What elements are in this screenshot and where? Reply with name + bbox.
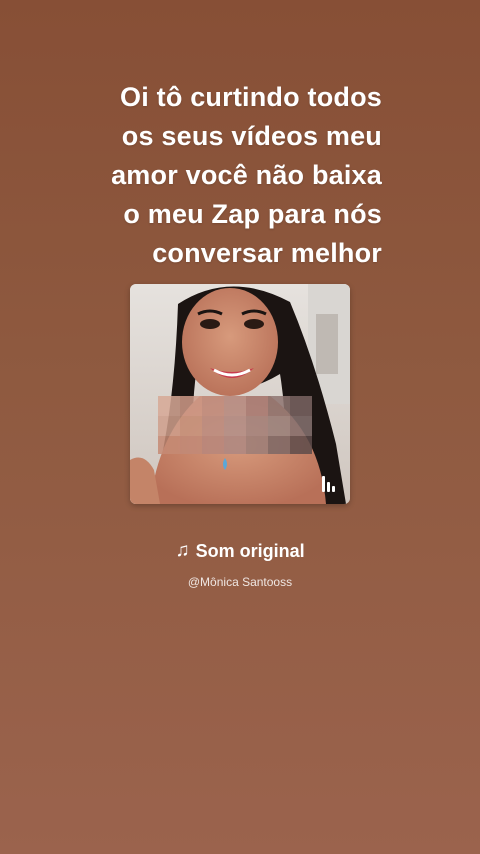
thumbnail-image xyxy=(130,284,350,504)
sound-thumbnail[interactable] xyxy=(130,284,350,504)
audio-bars-icon xyxy=(322,476,340,492)
caption-line: conversar melhor xyxy=(152,238,382,268)
music-note-icon: ♫ xyxy=(175,540,190,561)
sound-author[interactable]: @Mônica Santooss xyxy=(0,574,480,590)
sound-title-link[interactable]: ♫ Som original xyxy=(0,538,480,564)
video-caption: Oi tô curtindo todos os seus vídeos meu … xyxy=(82,78,382,273)
caption-line: os seus vídeos meu xyxy=(121,121,382,151)
sound-title: Som original xyxy=(195,541,305,561)
caption-line: o meu Zap para nós xyxy=(123,199,382,229)
caption-line: Oi tô curtindo todos xyxy=(120,82,382,112)
caption-line: amor você não baixa xyxy=(111,160,382,190)
